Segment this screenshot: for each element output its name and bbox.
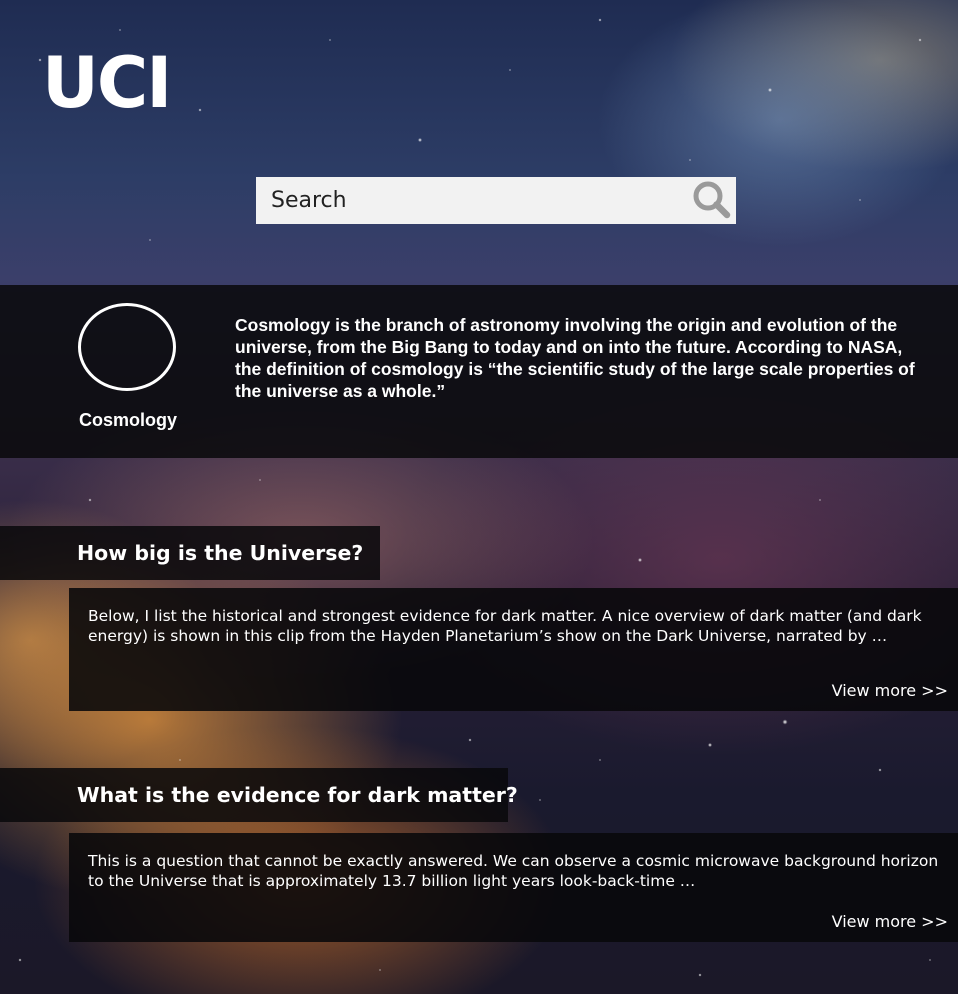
question-card: This is a question that cannot be exactl…	[69, 833, 958, 942]
topic-icon-circle[interactable]	[78, 303, 176, 391]
question-card: Below, I list the historical and stronge…	[69, 588, 958, 711]
view-more-link[interactable]: View more >>	[832, 912, 948, 931]
question-tab-dark-matter: What is the evidence for dark matter?	[0, 768, 518, 822]
intro-description: Cosmology is the branch of astronomy inv…	[235, 315, 915, 401]
question-title[interactable]: How big is the Universe?	[77, 541, 363, 565]
uci-logo[interactable]: UCI	[42, 48, 172, 118]
question-excerpt: Below, I list the historical and stronge…	[88, 607, 922, 645]
question-title[interactable]: What is the evidence for dark matter?	[77, 783, 518, 807]
question-tab-universe-size: How big is the Universe?	[0, 526, 380, 580]
search-bar	[256, 177, 736, 224]
search-input[interactable]	[256, 177, 688, 224]
question-excerpt: This is a question that cannot be exactl…	[88, 852, 939, 890]
search-icon[interactable]	[688, 177, 736, 224]
topic-label: Cosmology	[79, 410, 178, 430]
view-more-link[interactable]: View more >>	[832, 681, 948, 700]
